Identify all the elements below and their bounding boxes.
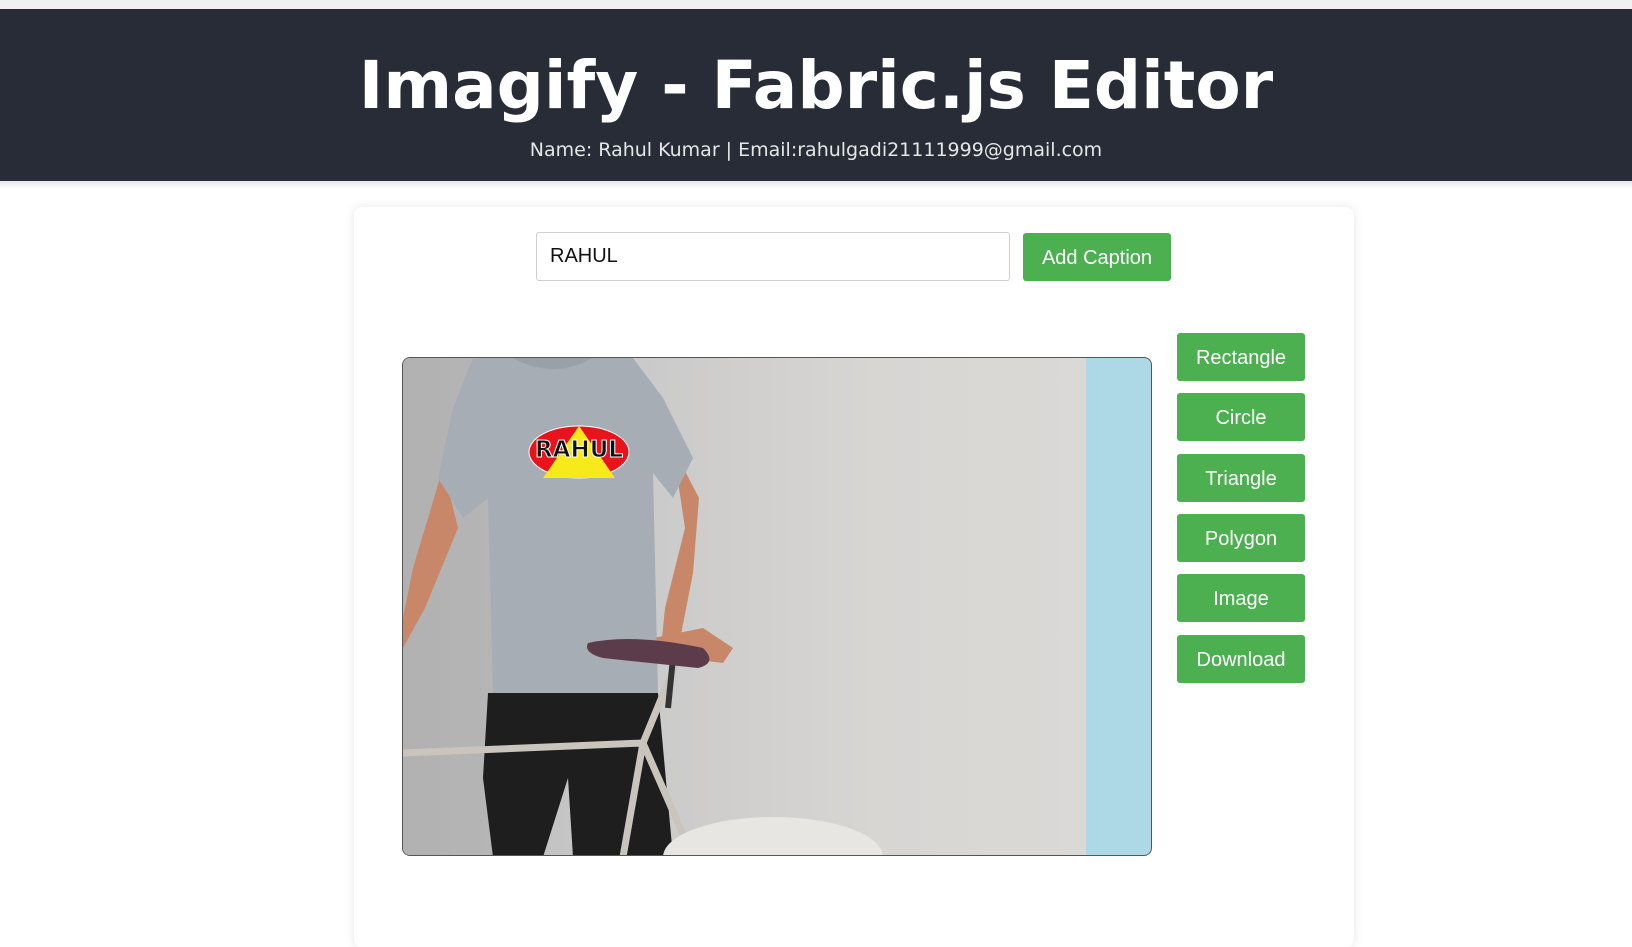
image-button[interactable]: Image	[1177, 574, 1305, 622]
browser-top-strip	[0, 0, 1632, 9]
triangle-button[interactable]: Triangle	[1177, 454, 1305, 502]
fabric-canvas[interactable]: RAHUL	[402, 357, 1152, 856]
canvas-background-photo[interactable]: RAHUL	[403, 358, 1086, 855]
logo-text: RAHUL	[534, 437, 624, 464]
page-title: Imagify - Fabric.js Editor	[358, 47, 1274, 124]
add-caption-button[interactable]: Add Caption	[1023, 233, 1171, 281]
header-shadow	[0, 181, 1632, 189]
download-button[interactable]: Download	[1177, 635, 1305, 683]
rectangle-button[interactable]: Rectangle	[1177, 333, 1305, 381]
author-info: Name: Rahul Kumar | Email:rahulgadi21111…	[529, 139, 1103, 161]
tshirt-logo[interactable]: RAHUL	[527, 424, 631, 480]
caption-input[interactable]	[536, 232, 1010, 281]
circle-button[interactable]: Circle	[1177, 393, 1305, 441]
polygon-button[interactable]: Polygon	[1177, 514, 1305, 562]
person-with-bicycle-illustration	[403, 358, 883, 855]
page-header: Imagify - Fabric.js Editor Name: Rahul K…	[0, 9, 1632, 181]
